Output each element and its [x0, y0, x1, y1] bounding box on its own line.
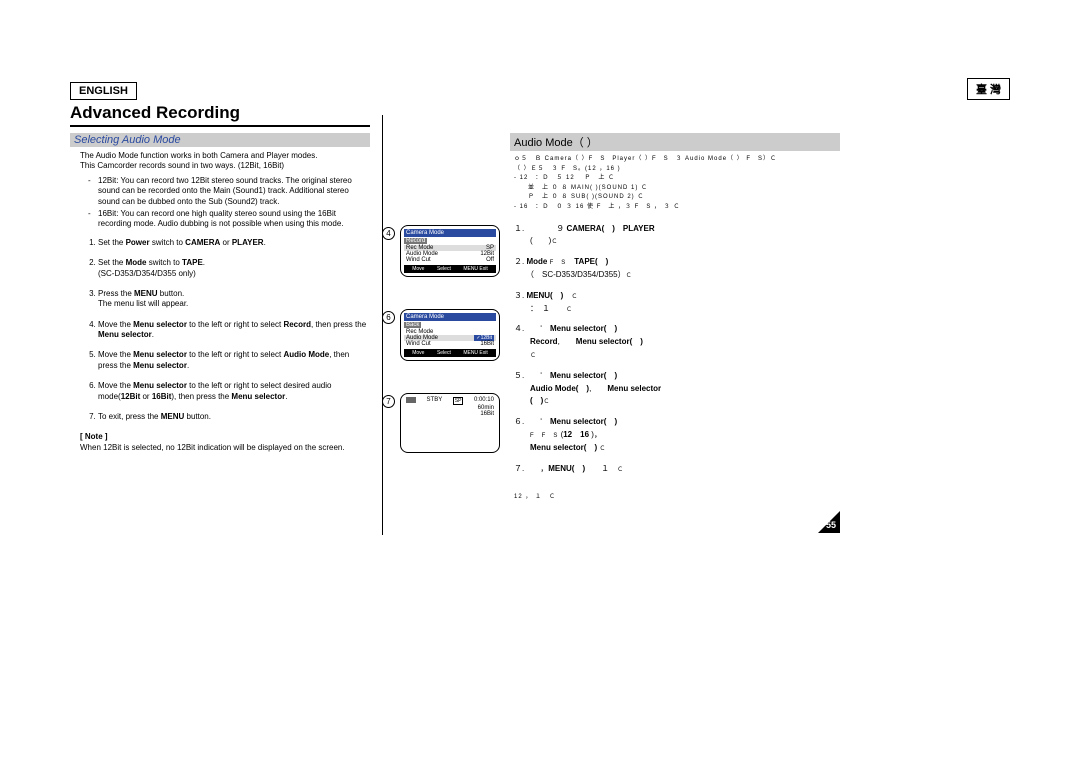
page-number: 55 — [826, 520, 836, 530]
step: Press the MENU button. The menu list wil… — [98, 289, 370, 310]
right-intro-line: - 12 ：Ｄ ５ 12 Ｐ 上 Ｃ — [514, 174, 840, 184]
osd-figure-6: Camera Mode Back Rec Mode Audio Mode✓12B… — [400, 309, 500, 361]
header-row: ENGLISH 臺 灣 — [70, 78, 1010, 100]
lang-badge-right: 臺 灣 — [967, 78, 1010, 100]
osd-title: Camera Mode — [404, 229, 496, 237]
content-columns: Selecting Audio Mode The Audio Mode func… — [70, 133, 1010, 503]
note-heading: [ Note ] — [80, 432, 370, 442]
right-steps: １. ９ CAMERA( ) PLAYER ( )Ｃ ２. Mode F S T… — [514, 223, 840, 476]
osd-row: Wind CutOff — [404, 257, 496, 263]
osd-title: Camera Mode — [404, 313, 496, 321]
osd-figure-7: STBY SP 0:00:10 60min 16Bit — [400, 393, 500, 453]
step: To exit, press the MENU button. — [98, 412, 370, 422]
osd-figure-4: Camera Mode Record Rec ModeSP Audio Mode… — [400, 225, 500, 277]
right-step: ４. ‘ Menu selector( ) Record, Menu selec… — [514, 323, 840, 361]
step: Set the Mode switch to TAPE. (SC-D353/D3… — [98, 258, 370, 279]
right-intro-line: - 16 ：Ｄ ０ ３ 16 使 F 上 ，３ F S ， ３ Ｃ — [514, 203, 840, 213]
note-body: When 12Bit is selected, no 12Bit indicat… — [80, 443, 370, 453]
right-step: １. ９ CAMERA( ) PLAYER ( )Ｃ — [514, 223, 840, 249]
step: Move the Menu selector to the left or ri… — [98, 350, 370, 371]
rec-icon — [406, 397, 416, 403]
figure-number-7: 7 — [382, 395, 395, 408]
step-sub: The menu list will appear. — [98, 299, 188, 308]
bullet-item: 16Bit: You can record one high quality s… — [98, 209, 370, 230]
right-intro-line: Ｐ 上 ０ ８ SUB( )(SOUND 2) Ｃ — [514, 193, 840, 203]
right-intro-line: （ ）Ｅ５ ３ F S。(12 ，16 ) — [514, 165, 840, 175]
bullet-item: 12Bit: You can record two 12Bit stereo s… — [98, 176, 370, 207]
intro-line: The Audio Mode function works in both Ca… — [80, 151, 370, 161]
right-step: ２. Mode F S TAPE( ) （ SC-D353/D354/D355）… — [514, 256, 840, 282]
page-title: Advanced Recording — [70, 103, 370, 127]
right-body: ｏ５ Ｂ Camera（ ）F S Player（ ）F S ３ Audio M… — [510, 155, 840, 503]
right-section-title: Audio Mode（ ） — [510, 133, 840, 151]
bullet-list: 12Bit: You can record two 12Bit stereo s… — [80, 176, 370, 230]
left-intro: The Audio Mode function works in both Ca… — [70, 151, 370, 453]
osd-row: Wind Cut16Bit — [404, 341, 496, 347]
osd-audiomode: 16Bit — [404, 411, 496, 417]
right-intro-line: 並 上 ０ ８ MAIN( )(SOUND 1) Ｃ — [514, 184, 840, 194]
manual-page: ENGLISH 臺 灣 Advanced Recording Selecting… — [70, 78, 1010, 503]
right-footer-note: 12 ， １ Ｃ — [514, 493, 840, 503]
osd-footer: MoveSelectMENU Exit — [404, 349, 496, 357]
step: Move the Menu selector to the left or ri… — [98, 320, 370, 341]
step-sub: (SC-D353/D354/D355 only) — [98, 269, 196, 278]
osd-status-row: STBY SP 0:00:10 — [404, 397, 496, 405]
intro-line: This Camcorder records sound in two ways… — [80, 161, 370, 171]
page-number-badge: 55 — [818, 511, 840, 533]
steps-list: Set the Power switch to CAMERA or PLAYER… — [80, 238, 370, 423]
left-column: Selecting Audio Mode The Audio Mode func… — [70, 133, 370, 503]
right-step: ３. MENU( ) Ｃ ： １ Ｃ — [514, 290, 840, 316]
figure-number-4: 4 — [382, 227, 395, 240]
lang-badge-left: ENGLISH — [70, 82, 137, 100]
right-step: ６. ‘ Menu selector( ) F F S (12 16 )， Me… — [514, 416, 840, 454]
osd-category: Record — [404, 238, 427, 244]
osd-footer: MoveSelectMENU Exit — [404, 265, 496, 273]
right-column: Audio Mode（ ） ｏ５ Ｂ Camera（ ）F S Player（ … — [510, 133, 840, 503]
osd-back: Back — [404, 322, 421, 328]
step: Set the Power switch to CAMERA or PLAYER… — [98, 238, 370, 248]
right-intro-line: ｏ５ Ｂ Camera（ ）F S Player（ ）F S ３ Audio M… — [514, 155, 840, 165]
right-step: ７. ，MENU( ) １ Ｃ — [514, 463, 840, 476]
left-section-title: Selecting Audio Mode — [70, 133, 370, 147]
figure-number-6: 6 — [382, 311, 395, 324]
step: Move the Menu selector to the left or ri… — [98, 381, 370, 402]
right-step: ５. ‘ Menu selector( ) Audio Mode( ), Men… — [514, 370, 840, 408]
figure-column: 4 Camera Mode Record Rec ModeSP Audio Mo… — [370, 133, 510, 503]
